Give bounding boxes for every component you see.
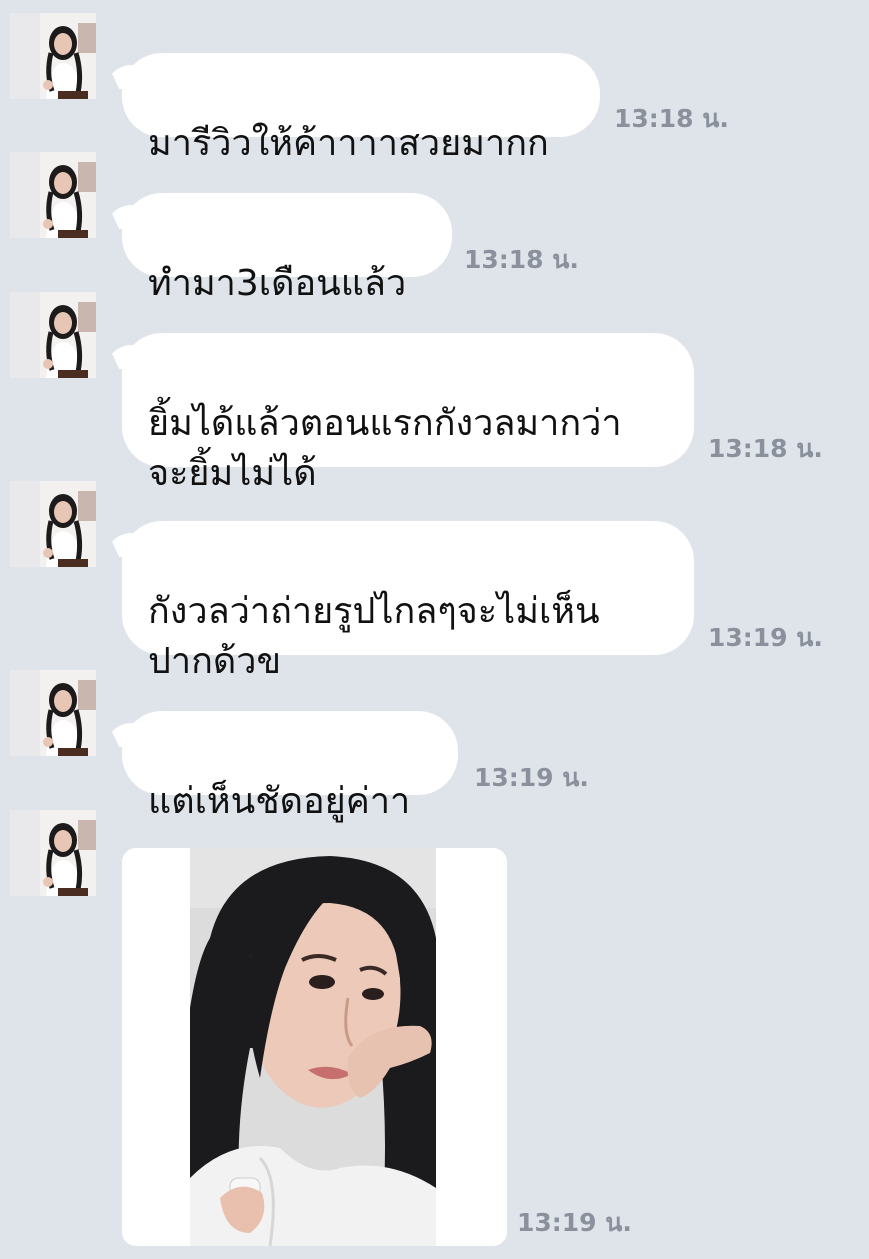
message-bubble[interactable]: มารีวิวให้ค้าาาาสวยมากก bbox=[122, 53, 600, 164]
message-row: มารีวิวให้ค้าาาาสวยมากก 13:18 น. bbox=[0, 13, 869, 164]
message-timestamp: 13:19 น. bbox=[517, 1208, 632, 1237]
message-timestamp: 13:18 น. bbox=[708, 434, 823, 463]
message-bubble[interactable]: แต่เห็นชัดอยู่ค่าา bbox=[122, 711, 458, 822]
sender-avatar[interactable] bbox=[10, 13, 96, 99]
message-bubble[interactable]: กังวลว่าถ่ายรูปไกลๆจะไม่เห็น ปากด้วข bbox=[122, 521, 694, 682]
message-bubble[interactable]: ยิ้มได้แล้วตอนแรกกังวลมากว่า จะยิ้มไม่ได… bbox=[122, 333, 694, 494]
message-timestamp: 13:19 น. bbox=[708, 623, 823, 652]
message-row: กังวลว่าถ่ายรูปไกลๆจะไม่เห็น ปากด้วข 13:… bbox=[0, 481, 869, 682]
sender-avatar[interactable] bbox=[10, 810, 96, 896]
message-timestamp: 13:19 น. bbox=[474, 763, 589, 792]
message-bubble[interactable]: ทำมา3เดือนแล้ว bbox=[122, 193, 452, 304]
message-row: ยิ้มได้แล้วตอนแรกกังวลมากว่า จะยิ้มไม่ได… bbox=[0, 292, 869, 494]
image-message-bubble[interactable] bbox=[122, 848, 507, 1246]
message-timestamp: 13:18 น. bbox=[464, 245, 579, 274]
selfie-photo[interactable] bbox=[190, 848, 436, 1246]
sender-avatar[interactable] bbox=[10, 152, 96, 238]
message-row: แต่เห็นชัดอยู่ค่าา 13:19 น. bbox=[0, 670, 869, 822]
message-text: กังวลว่าถ่ายรูปไกลๆจะไม่เห็น ปากด้วข bbox=[148, 591, 600, 682]
message-row: ทำมา3เดือนแล้ว 13:18 น. bbox=[0, 152, 869, 304]
sender-avatar[interactable] bbox=[10, 481, 96, 567]
image-message-row: 13:19 น. bbox=[0, 810, 869, 1250]
sender-avatar[interactable] bbox=[10, 670, 96, 756]
sender-avatar[interactable] bbox=[10, 292, 96, 378]
message-timestamp: 13:18 น. bbox=[614, 104, 729, 133]
